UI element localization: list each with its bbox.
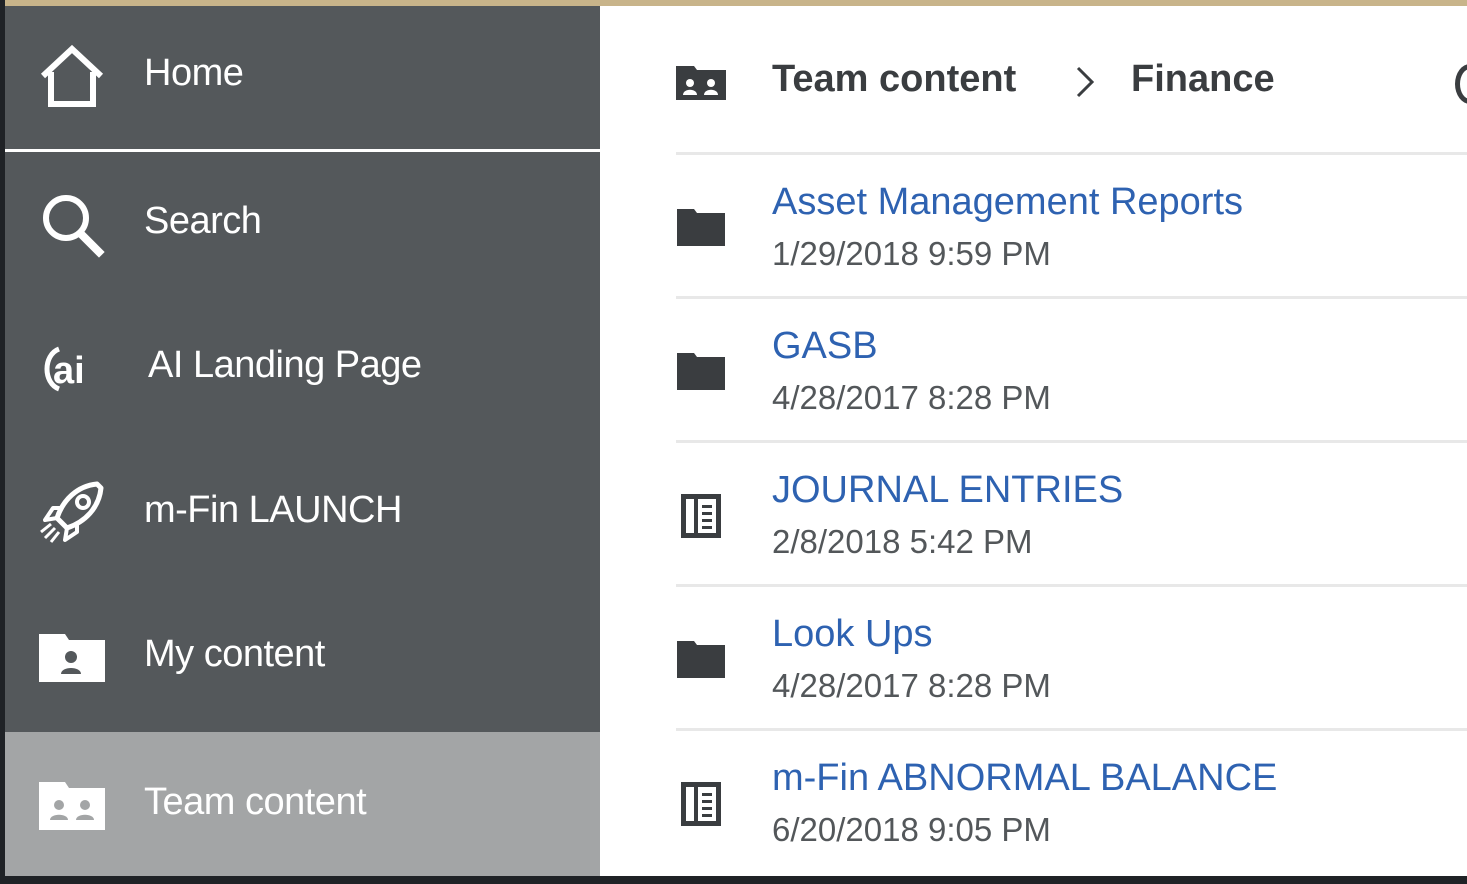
sidebar-item-my-content[interactable]: My content bbox=[5, 584, 600, 732]
team-content-folder-icon bbox=[37, 768, 107, 838]
item-modified-date: 1/29/2018 9:59 PM bbox=[772, 235, 1051, 272]
item-modified-date: 4/28/2017 8:28 PM bbox=[772, 667, 1051, 704]
folder-icon bbox=[676, 347, 726, 397]
content-panel: Team content Finance Asset Management Re… bbox=[600, 6, 1467, 876]
sidebar-item-label: My content bbox=[144, 633, 325, 675]
folder-icon bbox=[676, 635, 726, 685]
breadcrumb-item-finance: Finance bbox=[1131, 58, 1275, 100]
breadcrumb: Team content Finance bbox=[600, 6, 1467, 152]
item-modified-date: 2/8/2018 5:42 PM bbox=[772, 523, 1033, 560]
team-content-folder-icon bbox=[676, 64, 726, 102]
sidebar-item-m-fin-launch[interactable]: m-Fin LAUNCH bbox=[5, 440, 600, 584]
list-item-asset-management-reports[interactable]: Asset Management Reports 1/29/2018 9:59 … bbox=[676, 155, 1467, 297]
search-icon bbox=[37, 190, 107, 260]
report-icon bbox=[676, 779, 726, 829]
ai-icon: ai bbox=[37, 331, 107, 401]
list-item-gasb[interactable]: GASB 4/28/2017 8:28 PM bbox=[676, 299, 1467, 441]
item-title-link[interactable]: m-Fin ABNORMAL BALANCE bbox=[772, 757, 1277, 800]
sidebar-item-label: m-Fin LAUNCH bbox=[144, 489, 402, 531]
navigation-sidebar: Home Search ai AI Landing Page m-Fin LAU… bbox=[5, 6, 600, 876]
report-icon bbox=[676, 491, 726, 541]
sidebar-item-label: Search bbox=[144, 200, 262, 242]
sidebar-item-home[interactable]: Home bbox=[5, 6, 600, 152]
list-item-journal-entries[interactable]: JOURNAL ENTRIES 2/8/2018 5:42 PM bbox=[676, 443, 1467, 585]
breadcrumb-item-team-content[interactable]: Team content bbox=[772, 58, 1016, 101]
bottom-window-edge bbox=[0, 876, 1467, 884]
item-title-link[interactable]: GASB bbox=[772, 325, 878, 368]
item-title-link[interactable]: Asset Management Reports bbox=[772, 181, 1243, 224]
item-modified-date: 6/20/2018 9:05 PM bbox=[772, 811, 1051, 848]
rocket-icon bbox=[37, 478, 107, 548]
chevron-right-icon bbox=[1070, 58, 1100, 102]
sidebar-item-team-content[interactable]: Team content bbox=[5, 732, 600, 876]
sidebar-item-label: Home bbox=[144, 52, 244, 94]
sidebar-item-label: AI Landing Page bbox=[148, 344, 422, 386]
item-title-link[interactable]: Look Ups bbox=[772, 613, 933, 656]
sidebar-item-ai-landing-page[interactable]: ai AI Landing Page bbox=[5, 295, 600, 440]
sidebar-item-search[interactable]: Search bbox=[5, 152, 600, 295]
folder-icon bbox=[676, 203, 726, 253]
sidebar-item-label: Team content bbox=[144, 781, 367, 823]
home-icon bbox=[37, 40, 107, 110]
svg-text:ai: ai bbox=[53, 350, 85, 392]
list-item-look-ups[interactable]: Look Ups 4/28/2017 8:28 PM bbox=[676, 587, 1467, 729]
item-modified-date: 4/28/2017 8:28 PM bbox=[772, 379, 1051, 416]
item-title-link[interactable]: JOURNAL ENTRIES bbox=[772, 469, 1123, 512]
more-options-icon[interactable] bbox=[1455, 64, 1467, 104]
my-content-folder-icon bbox=[37, 620, 107, 690]
list-item-m-fin-abnormal-balance[interactable]: m-Fin ABNORMAL BALANCE 6/20/2018 9:05 PM bbox=[676, 731, 1467, 873]
